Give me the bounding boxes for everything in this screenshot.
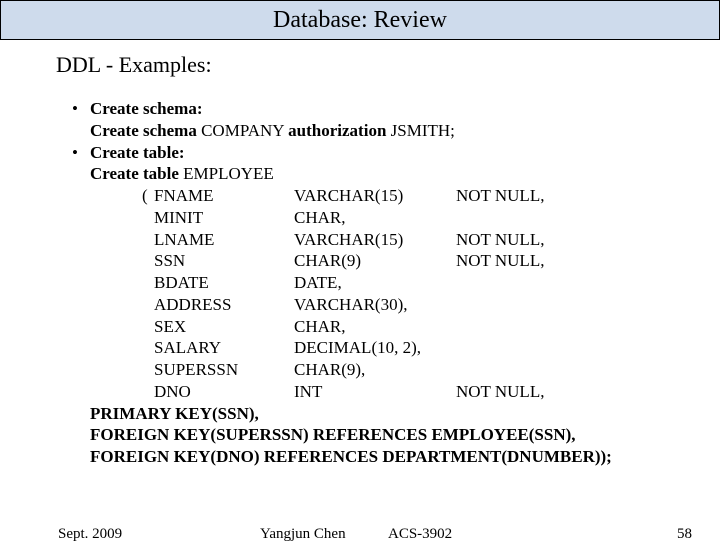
column-type: DATE, [294, 272, 456, 294]
table-name: EMPLOYEE [179, 164, 274, 183]
column-row: SUPERSSNCHAR(9), [142, 359, 720, 381]
column-name: FNAME [154, 185, 294, 207]
slide-title-bar: Database: Review [0, 0, 720, 40]
column-row: MINITCHAR, [142, 207, 720, 229]
paren-open [142, 207, 154, 229]
column-type: VARCHAR(15) [294, 229, 456, 251]
paren-open [142, 381, 154, 403]
column-row: SEXCHAR, [142, 316, 720, 338]
foreign-key-line-2: FOREIGN KEY(DNO) REFERENCES DEPARTMENT(D… [90, 446, 720, 468]
column-constraint: NOT NULL, [456, 250, 720, 272]
column-type: VARCHAR(15) [294, 185, 456, 207]
column-type: CHAR, [294, 316, 456, 338]
column-constraint [456, 294, 720, 316]
column-name: SEX [154, 316, 294, 338]
column-row: ADDRESSVARCHAR(30), [142, 294, 720, 316]
footer-course: ACS-3902 [388, 526, 452, 543]
column-type: DECIMAL(10, 2), [294, 337, 456, 359]
column-name: SSN [154, 250, 294, 272]
column-name: SALARY [154, 337, 294, 359]
column-constraint: NOT NULL, [456, 185, 720, 207]
foreign-key-line-1: FOREIGN KEY(SUPERSSN) REFERENCES EMPLOYE… [90, 424, 720, 446]
column-row: SALARYDECIMAL(10, 2), [142, 337, 720, 359]
column-type: CHAR(9) [294, 250, 456, 272]
create-table-statement: Create table EMPLOYEE [90, 163, 720, 185]
primary-key-line: PRIMARY KEY(SSN), [90, 403, 720, 425]
paren-open [142, 294, 154, 316]
paren-open [142, 316, 154, 338]
column-type: INT [294, 381, 456, 403]
column-name: SUPERSSN [154, 359, 294, 381]
bullet-create-table: • Create table: [72, 142, 720, 164]
section-heading: DDL - Examples: [56, 52, 720, 78]
paren-open: ( [142, 185, 154, 207]
column-row: DNOINTNOT NULL, [142, 381, 720, 403]
column-row: (FNAMEVARCHAR(15)NOT NULL, [142, 185, 720, 207]
column-constraint [456, 359, 720, 381]
auth-user: JSMITH; [386, 121, 454, 140]
footer-author: Yangjun Chen [260, 526, 346, 543]
column-constraint [456, 316, 720, 338]
column-name: DNO [154, 381, 294, 403]
column-constraint: NOT NULL, [456, 381, 720, 403]
bullet-create-schema: • Create schema: [72, 98, 720, 120]
bullet-label: Create table: [90, 142, 185, 164]
kw-create-schema: Create schema [90, 121, 197, 140]
column-name: MINIT [154, 207, 294, 229]
bullet-icon: • [72, 142, 90, 164]
column-constraint [456, 272, 720, 294]
paren-open [142, 359, 154, 381]
column-name: ADDRESS [154, 294, 294, 316]
schema-name: COMPANY [197, 121, 288, 140]
column-type: CHAR(9), [294, 359, 456, 381]
column-name: BDATE [154, 272, 294, 294]
paren-open [142, 229, 154, 251]
column-constraint [456, 207, 720, 229]
slide-title: Database: Review [273, 7, 447, 33]
slide-body: • Create schema: Create schema COMPANY a… [72, 98, 720, 468]
footer-page-number: 58 [677, 526, 692, 543]
paren-open [142, 272, 154, 294]
column-row: LNAMEVARCHAR(15)NOT NULL, [142, 229, 720, 251]
column-name: LNAME [154, 229, 294, 251]
column-constraint [456, 337, 720, 359]
column-constraint: NOT NULL, [456, 229, 720, 251]
column-type: VARCHAR(30), [294, 294, 456, 316]
column-type: CHAR, [294, 207, 456, 229]
create-schema-statement: Create schema COMPANY authorization JSMI… [90, 120, 720, 142]
column-row: SSNCHAR(9)NOT NULL, [142, 250, 720, 272]
paren-open [142, 250, 154, 272]
kw-authorization: authorization [288, 121, 386, 140]
footer-date: Sept. 2009 [58, 526, 122, 543]
bullet-icon: • [72, 98, 90, 120]
column-row: BDATEDATE, [142, 272, 720, 294]
kw-create-table: Create table [90, 164, 179, 183]
column-definitions: (FNAMEVARCHAR(15)NOT NULL,MINITCHAR,LNAM… [72, 185, 720, 403]
bullet-label: Create schema: [90, 98, 203, 120]
paren-open [142, 337, 154, 359]
